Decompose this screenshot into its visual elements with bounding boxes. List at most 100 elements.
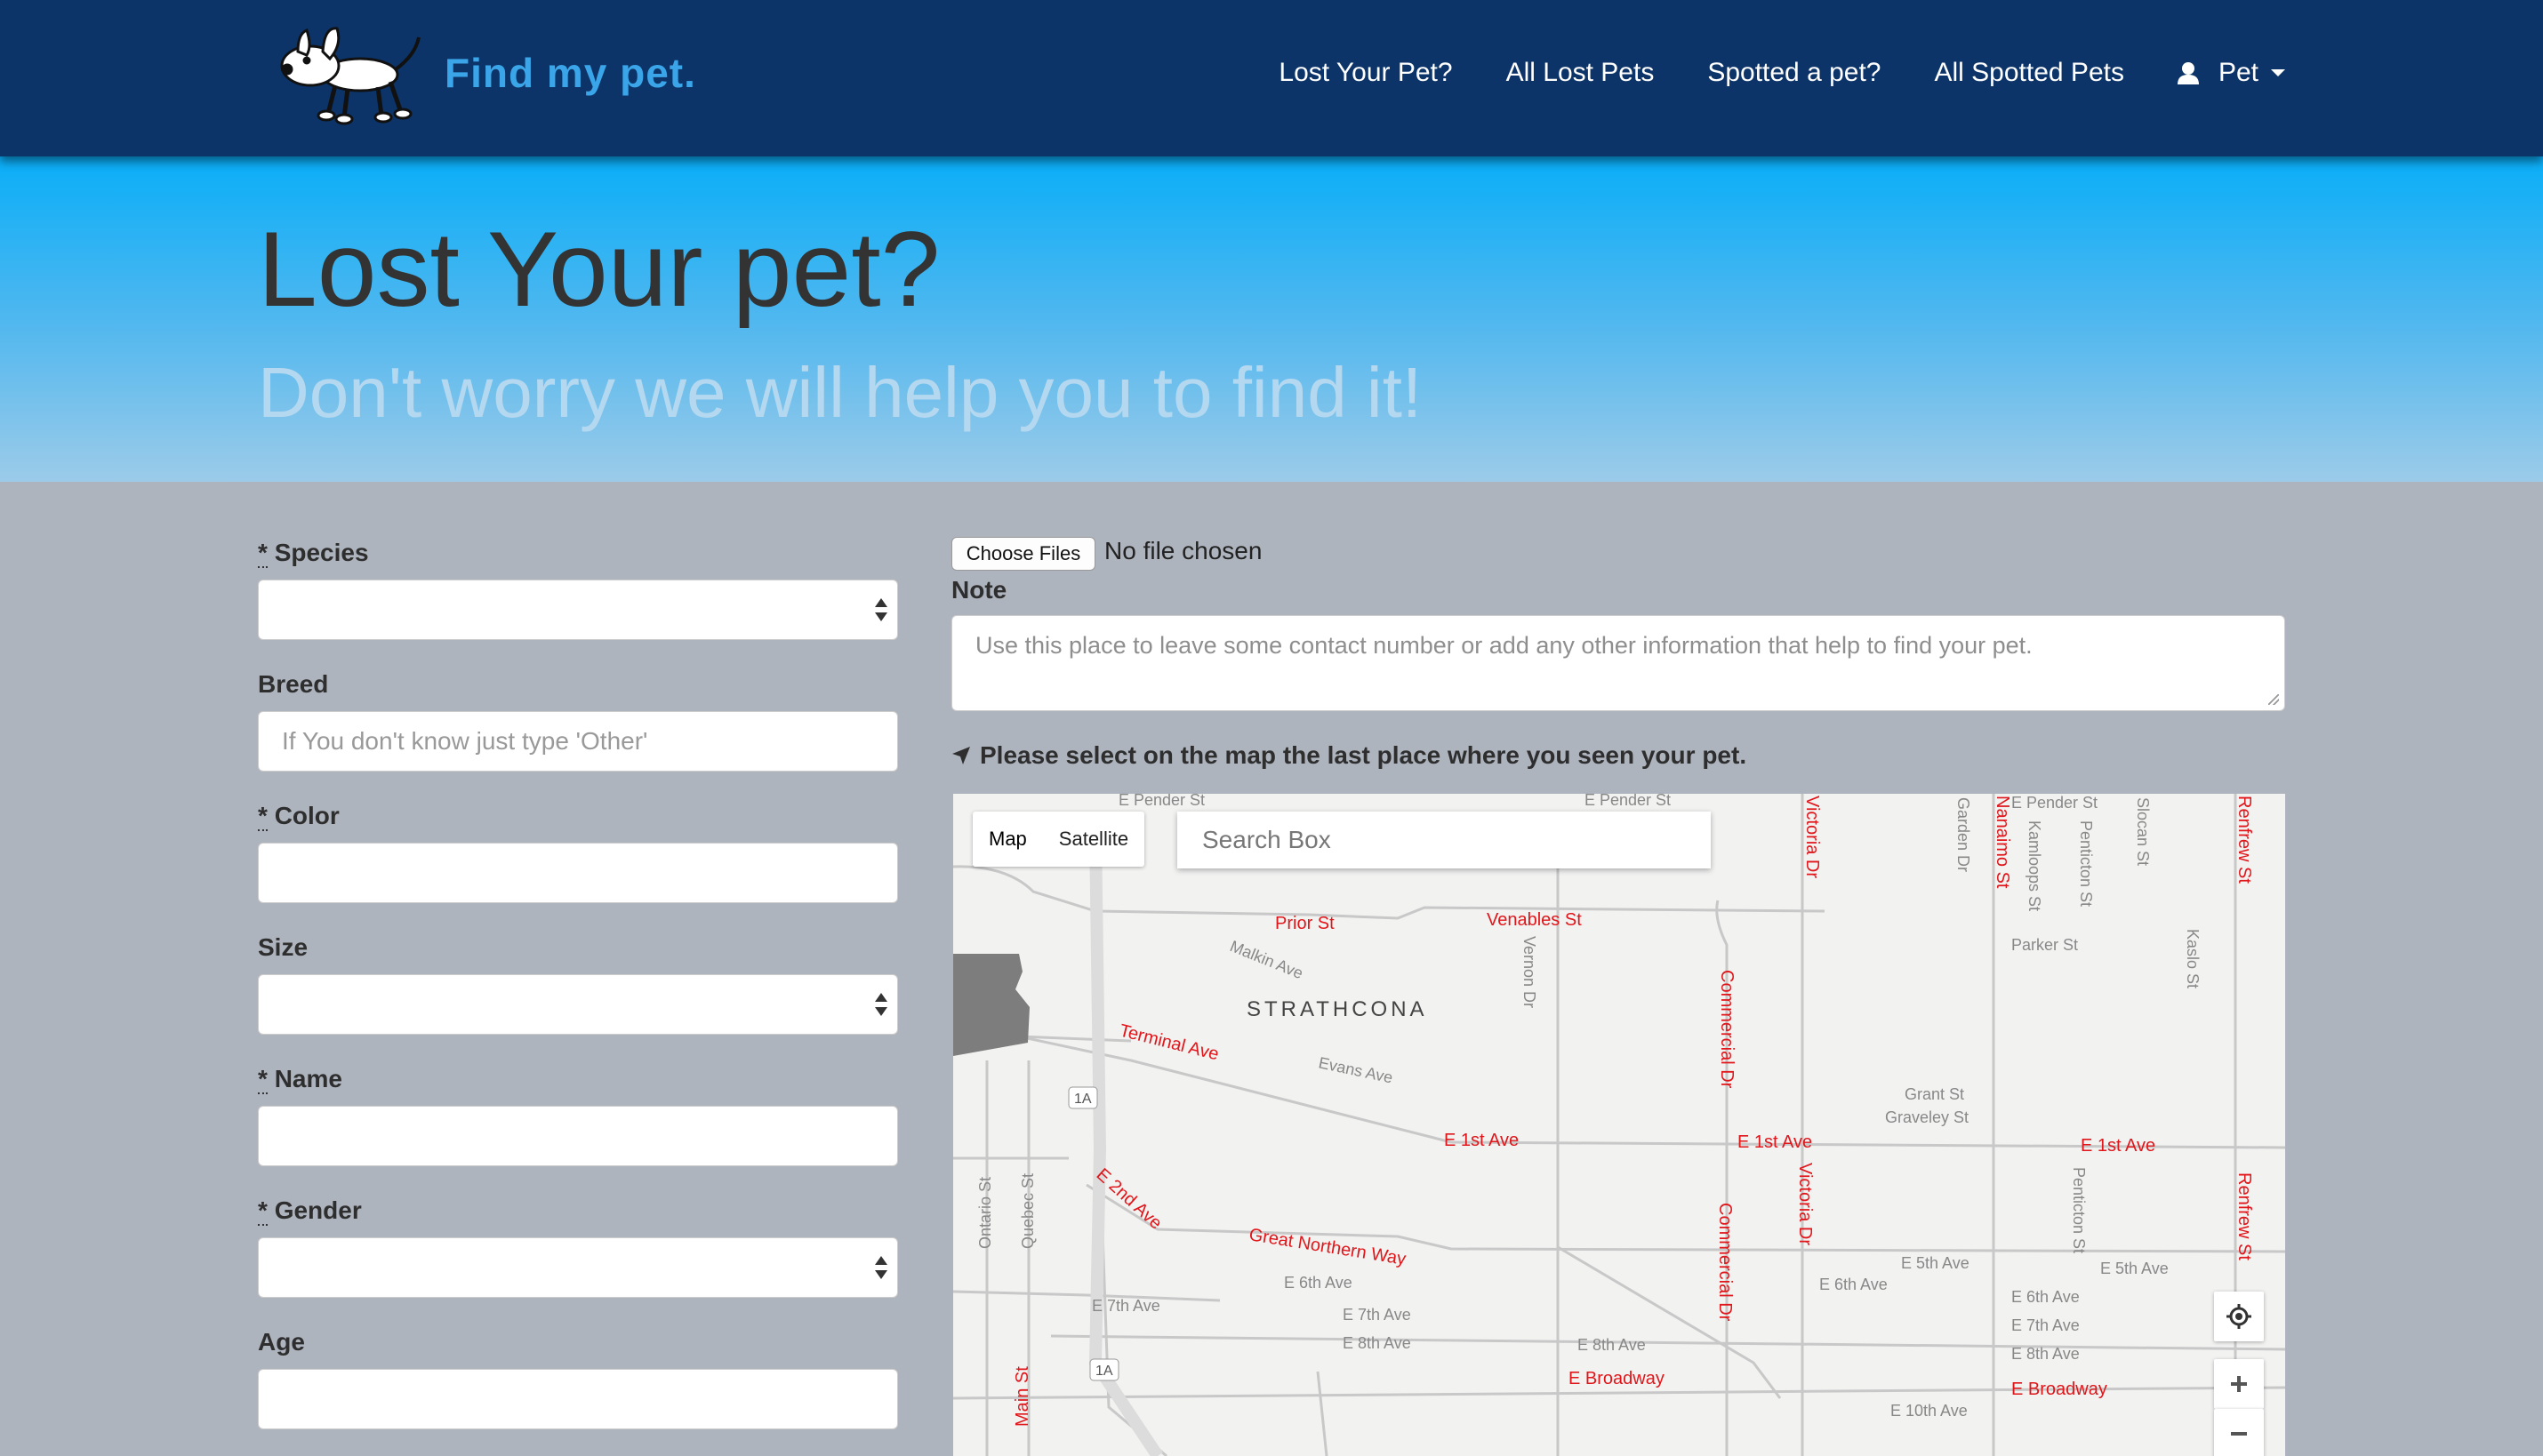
map-street-label: E 6th Ave	[1819, 1276, 1888, 1293]
map-road-label: Main St	[1013, 1366, 1032, 1427]
my-location-button[interactable]	[2214, 1292, 2264, 1341]
map-road-label: E Broadway	[1568, 1369, 1665, 1388]
no-file-text: No file chosen	[1104, 537, 1263, 564]
minus-icon	[2231, 1432, 2247, 1436]
page-title: Lost Your pet?	[258, 210, 941, 329]
map-road-label: Renfrew St	[2234, 1172, 2254, 1260]
nav-all-lost-pets[interactable]: All Lost Pets	[1506, 58, 1655, 88]
zoom-in-button[interactable]	[2214, 1359, 2264, 1409]
map-street-label: E 8th Ave	[1577, 1336, 1646, 1354]
map-road-label: Victoria Dr	[1795, 1163, 1815, 1245]
map-street-label: E Pender St	[1119, 794, 1205, 809]
map-street-label: Vernon Dr	[1520, 936, 1538, 1008]
age-input[interactable]	[258, 1369, 898, 1429]
map-road-label: E 1st Ave	[2081, 1136, 2155, 1156]
note-label: Note	[951, 576, 1007, 604]
age-label: Age	[258, 1328, 305, 1356]
map-road-label: Commercial Dr	[1715, 1203, 1735, 1322]
plus-icon	[2231, 1376, 2247, 1392]
resize-handle-icon[interactable]	[2268, 694, 2279, 705]
map-street-label: Garden Dr	[1954, 797, 1972, 872]
breed-label: Breed	[258, 670, 329, 698]
route-shield: 1A	[1095, 1364, 1113, 1379]
map-road-label: E 1st Ave	[1444, 1131, 1519, 1150]
map-street-label: E 10th Ave	[1890, 1402, 1968, 1420]
nav-lost-your-pet[interactable]: Lost Your Pet?	[1279, 58, 1452, 88]
map-type-satellite-button[interactable]: Satellite	[1043, 812, 1144, 867]
select-arrows-icon	[874, 991, 888, 1018]
species-select[interactable]	[258, 580, 898, 640]
map-street-label: E 6th Ave	[1284, 1274, 1352, 1292]
user-menu[interactable]: Pet	[2177, 58, 2285, 88]
route-shield: 1A	[1074, 1092, 1092, 1107]
map-road-label: Victoria Dr	[1802, 796, 1822, 878]
map-road-label: Terminal Ave	[1118, 1021, 1221, 1065]
map-instruction: Please select on the map the last place …	[951, 741, 1746, 770]
location-arrow-icon	[952, 747, 970, 764]
map-street-label: E 5th Ave	[1901, 1254, 1969, 1272]
map-road-label: Renfrew St	[2234, 796, 2254, 884]
map-street-label: E Pender St	[1584, 794, 1671, 809]
page-subtitle: Don't worry we will help you to find it!	[258, 353, 1423, 432]
map-street-label: Ontario St	[976, 1177, 994, 1249]
brand-name[interactable]: Find my pet.	[445, 49, 696, 97]
species-label: * Species	[258, 539, 369, 568]
hero-banner: Lost Your pet? Don't worry we will help …	[0, 156, 2543, 482]
crosshair-icon	[2226, 1304, 2251, 1329]
map-road-label: Commercial Dr	[1717, 970, 1737, 1089]
map-road-label: Great Northern Way	[1247, 1225, 1407, 1269]
map-road-label: E Broadway	[2011, 1380, 2107, 1399]
map-street-label: Parker St	[2011, 936, 2078, 954]
nav-links: Lost Your Pet? All Lost Pets Spotted a p…	[1225, 0, 2285, 146]
size-select[interactable]	[258, 974, 898, 1035]
breed-input[interactable]: If You don't know just type 'Other'	[258, 711, 898, 772]
select-arrows-icon	[874, 1254, 888, 1281]
map-street-label: E 7th Ave	[1092, 1297, 1160, 1315]
name-input[interactable]	[258, 1106, 898, 1166]
user-label: Pet	[2218, 58, 2258, 87]
dog-logo-icon[interactable]	[271, 20, 431, 126]
user-icon	[2177, 62, 2199, 84]
map-street-label: Penticton St	[2077, 820, 2095, 907]
map-street-label: Evans Ave	[1317, 1053, 1394, 1086]
map-street-label: Kaslo St	[2184, 929, 2202, 988]
navbar: Find my pet. Lost Your Pet? All Lost Pet…	[0, 0, 2543, 156]
map-street-label: Quebec St	[1019, 1173, 1037, 1249]
map-street-label: E 5th Ave	[2100, 1260, 2169, 1277]
map-tiles[interactable]: STRATHCONA Prior St Venables St Terminal…	[953, 794, 2285, 1456]
map-search-input[interactable]: Search Box	[1177, 812, 1711, 868]
gender-select[interactable]	[258, 1237, 898, 1298]
map-street-label: Malkin Ave	[1228, 937, 1306, 982]
map-label-strathcona: STRATHCONA	[1247, 997, 1428, 1021]
map-street-label: Penticton St	[2070, 1167, 2088, 1253]
note-placeholder: Use this place to leave some contact num…	[975, 632, 2033, 659]
nav-spotted-a-pet[interactable]: Spotted a pet?	[1707, 58, 1881, 88]
map-street-label: E 8th Ave	[1343, 1334, 1411, 1352]
color-label: * Color	[258, 802, 340, 831]
map-road-label: Nanaimo St	[1993, 796, 2012, 889]
map-street-label: E 7th Ave	[2011, 1316, 2080, 1334]
color-input[interactable]	[258, 843, 898, 903]
map-street-label: E 8th Ave	[2011, 1345, 2080, 1363]
map-street-label: Grant St	[1905, 1085, 1964, 1103]
choose-files-button[interactable]: Choose Files	[951, 537, 1095, 571]
zoom-out-button[interactable]	[2214, 1409, 2264, 1456]
map-street-label: E Pender St	[2011, 794, 2098, 812]
map-street-label: Graveley St	[1885, 1108, 1969, 1126]
map-road-label: Venables St	[1487, 910, 1582, 930]
map-street-label: Slocan St	[2134, 797, 2152, 866]
name-label: * Name	[258, 1065, 342, 1094]
select-arrows-icon	[874, 596, 888, 623]
map-road-label: E 1st Ave	[1737, 1132, 1812, 1152]
map-road-label: Prior St	[1275, 914, 1335, 933]
nav-all-spotted-pets[interactable]: All Spotted Pets	[1935, 58, 2124, 88]
map[interactable]: STRATHCONA Prior St Venables St Terminal…	[953, 794, 2285, 1456]
size-label: Size	[258, 933, 309, 961]
map-type-control: Map Satellite	[973, 812, 1145, 867]
map-street-label: E 7th Ave	[1343, 1306, 1411, 1324]
gender-label: * Gender	[258, 1196, 362, 1226]
map-street-label: E 6th Ave	[2011, 1288, 2080, 1306]
map-type-map-button[interactable]: Map	[973, 812, 1043, 867]
note-textarea[interactable]: Use this place to leave some contact num…	[951, 615, 2285, 711]
caret-down-icon	[2271, 69, 2285, 76]
